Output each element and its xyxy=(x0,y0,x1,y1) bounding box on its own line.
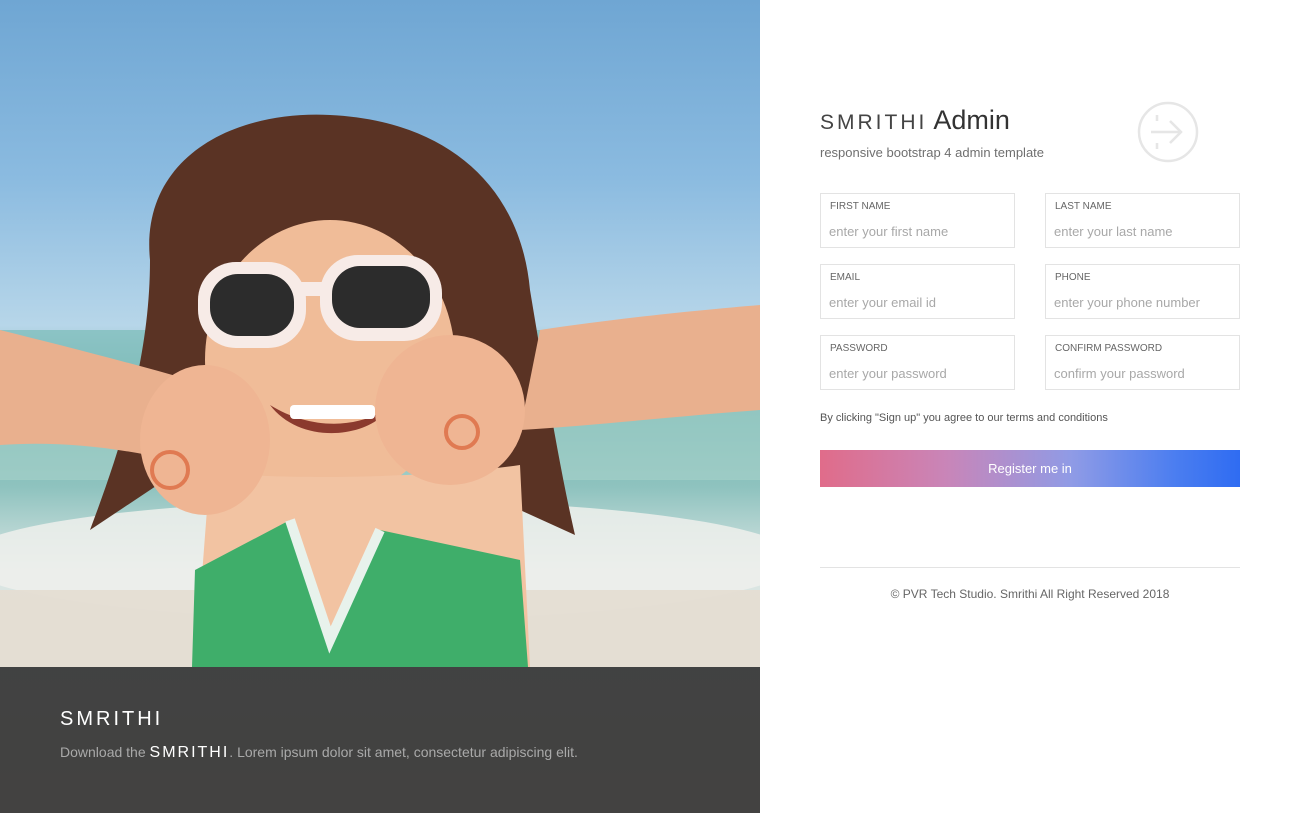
phone-input[interactable] xyxy=(1054,291,1230,313)
register-panel: SMRITHI Admin responsive bootstrap 4 admi… xyxy=(760,0,1300,813)
phone-label: PHONE xyxy=(1055,272,1091,283)
email-label: EMAIL xyxy=(830,272,861,283)
password-input[interactable] xyxy=(829,362,1005,384)
login-arrow-icon xyxy=(1137,101,1199,163)
hero-description: Download the SMRITHI. Lorem ipsum dolor … xyxy=(60,744,578,762)
hero-caption-overlay xyxy=(0,667,760,813)
hero-panel: SMRITHI Download the SMRITHI. Lorem ipsu… xyxy=(0,0,760,813)
phone-field: PHONE xyxy=(1045,264,1240,319)
last-name-field: LAST NAME xyxy=(1045,193,1240,248)
hero-text-suffix: . Lorem ipsum dolor sit amet, consectetu… xyxy=(229,744,578,760)
logo-word: SMRITHI xyxy=(820,111,928,134)
password-field: PASSWORD xyxy=(820,335,1015,390)
hero-brand: SMRITHI xyxy=(60,708,164,730)
terms-text: By clicking "Sign up" you agree to our t… xyxy=(820,412,1108,424)
password-label: PASSWORD xyxy=(830,343,888,354)
page-title: SMRITHI Admin xyxy=(820,105,1010,136)
email-input[interactable] xyxy=(829,291,1005,313)
last-name-input[interactable] xyxy=(1054,220,1230,242)
first-name-field: FIRST NAME xyxy=(820,193,1015,248)
hero-inline-brand: SMRITHI xyxy=(149,744,230,761)
hero-text-prefix: Download the xyxy=(60,744,146,760)
register-button[interactable]: Register me in xyxy=(820,450,1240,487)
footer-divider xyxy=(820,567,1240,568)
register-page: SMRITHI Download the SMRITHI. Lorem ipsu… xyxy=(0,0,1300,813)
hero-image xyxy=(0,114,760,667)
confirm-password-field: CONFIRM PASSWORD xyxy=(1045,335,1240,390)
copyright-text: © PVR Tech Studio. Smrithi All Right Res… xyxy=(890,587,1170,601)
confirm-password-label: CONFIRM PASSWORD xyxy=(1055,343,1163,354)
first-name-input[interactable] xyxy=(829,220,1005,242)
email-field: EMAIL xyxy=(820,264,1015,319)
confirm-password-input[interactable] xyxy=(1054,362,1230,384)
page-subtitle: responsive bootstrap 4 admin template xyxy=(820,145,1045,160)
admin-word: Admin xyxy=(933,105,1010,135)
first-name-label: FIRST NAME xyxy=(830,201,891,212)
last-name-label: LAST NAME xyxy=(1055,201,1112,212)
